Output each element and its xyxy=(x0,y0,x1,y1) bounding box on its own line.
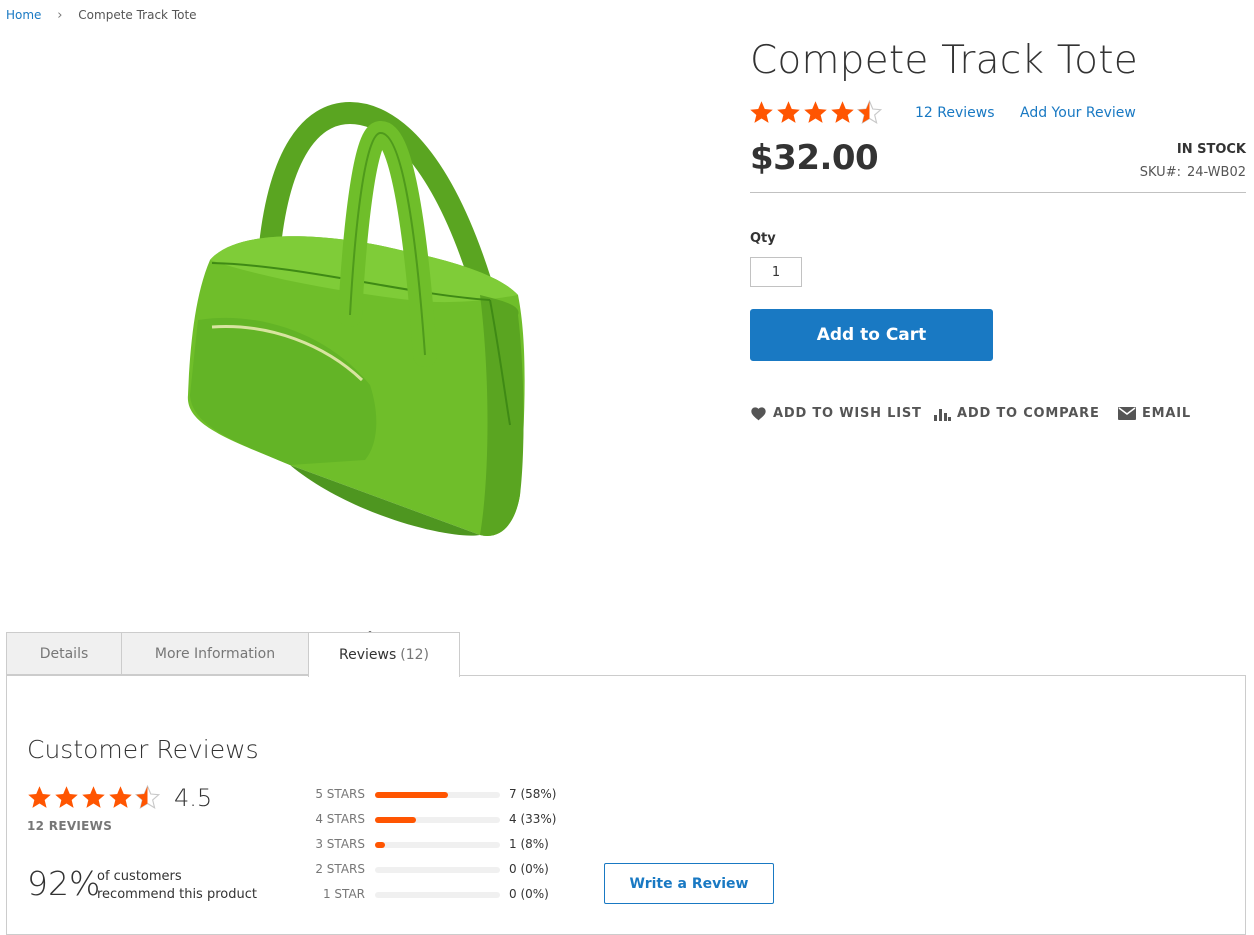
product-info-tabs: Details More Information Reviews (12) xyxy=(6,632,1246,677)
compare-bars-icon xyxy=(934,408,951,421)
breadcrumb-separator-icon: › xyxy=(57,8,63,23)
histogram-track xyxy=(375,817,500,823)
histogram-count: 7 (58%) xyxy=(509,787,557,801)
histogram-label: 1 STAR xyxy=(322,887,365,901)
star-full-icon xyxy=(831,101,854,123)
tab-more-information-label: More Information xyxy=(154,645,276,662)
tab-details-label: Details xyxy=(39,645,89,662)
price-divider xyxy=(750,192,1246,193)
star-full-icon xyxy=(28,786,51,808)
star-full-icon xyxy=(777,101,800,123)
star-full-icon xyxy=(55,786,78,808)
tote-bag-image xyxy=(187,101,525,536)
histogram-track xyxy=(375,842,500,848)
add-to-compare-label: ADD TO COMPARE xyxy=(957,406,1100,421)
histogram-count: 0 (0%) xyxy=(509,887,549,901)
product-image[interactable] xyxy=(150,95,570,565)
star-full-icon xyxy=(804,101,827,123)
breadcrumb-home-link[interactable]: Home xyxy=(6,8,41,22)
histogram-label: 3 STARS xyxy=(315,837,365,851)
tab-reviews-label: Reviews xyxy=(339,647,397,663)
breadcrumb: Home › Compete Track Tote xyxy=(6,8,197,23)
add-to-cart-button[interactable]: Add to Cart xyxy=(750,309,993,361)
recommend-line-1: of customers xyxy=(97,869,182,884)
histogram-fill xyxy=(375,817,417,823)
stock-status: IN STOCK xyxy=(1176,142,1246,157)
star-full-icon xyxy=(750,101,773,123)
sku-label: SKU#: xyxy=(1139,165,1181,180)
product-rating: 12 Reviews Add Your Review xyxy=(748,99,1248,127)
add-to-compare-link[interactable]: ADD TO COMPARE xyxy=(934,406,1100,421)
star-full-icon xyxy=(82,786,105,808)
email-link[interactable]: EMAIL xyxy=(1118,406,1191,421)
product-sku: SKU#: 24-WB02 xyxy=(1140,165,1246,180)
histogram-count: 1 (8%) xyxy=(509,837,549,851)
histogram-count: 4 (33%) xyxy=(509,812,557,826)
sku-value: 24-WB02 xyxy=(1186,165,1246,180)
histogram-row-5[interactable]: 5 STARS 7 (58%) xyxy=(290,786,590,811)
add-to-wishlist-label: ADD TO WISH LIST xyxy=(773,406,922,421)
qty-label: Qty xyxy=(750,231,776,246)
product-title: Compete Track Tote xyxy=(750,38,1138,83)
histogram-row-2[interactable]: 2 STARS 0 (0%) xyxy=(290,861,590,886)
tab-reviews[interactable]: Reviews (12) xyxy=(308,632,460,677)
histogram-track xyxy=(375,867,500,873)
star-full-icon xyxy=(109,786,132,808)
recommend-percent: 92% xyxy=(27,864,101,903)
histogram-label: 4 STARS xyxy=(315,812,365,826)
histogram-row-1[interactable]: 1 STAR 0 (0%) xyxy=(290,886,590,911)
heart-icon xyxy=(751,407,766,421)
qty-input[interactable] xyxy=(750,257,802,287)
tab-details[interactable]: Details xyxy=(6,632,122,675)
customer-reviews-title: Customer Reviews xyxy=(27,735,259,764)
histogram-label: 5 STARS xyxy=(315,787,365,801)
product-price: $32.00 xyxy=(750,138,879,178)
recommend-line-2: recommend this product xyxy=(97,887,257,902)
tab-reviews-count: (12) xyxy=(400,647,429,663)
histogram-track xyxy=(375,792,500,798)
summary-rating-stars xyxy=(26,784,161,811)
email-label: EMAIL xyxy=(1142,406,1191,421)
breadcrumb-current: Compete Track Tote xyxy=(78,8,197,22)
histogram-count: 0 (0%) xyxy=(509,862,549,876)
rating-histogram: 5 STARS 7 (58%) 4 STARS 4 (33%) 3 STARS … xyxy=(290,786,590,911)
add-to-wishlist-link[interactable]: ADD TO WISH LIST xyxy=(750,406,922,421)
histogram-row-3[interactable]: 3 STARS 1 (8%) xyxy=(290,836,590,861)
product-social-links: ADD TO WISH LIST ADD TO COMPARE EMAIL xyxy=(750,406,1250,426)
add-your-review-link[interactable]: Add Your Review xyxy=(1020,105,1136,121)
star-half-icon xyxy=(134,784,161,810)
envelope-icon xyxy=(1118,407,1136,420)
histogram-fill xyxy=(375,842,385,848)
star-half-icon xyxy=(856,99,883,125)
histogram-fill xyxy=(375,792,448,798)
average-rating: 4.5 xyxy=(174,784,213,812)
rating-stars xyxy=(748,99,883,126)
write-review-button[interactable]: Write a Review xyxy=(604,863,774,904)
histogram-row-4[interactable]: 4 STARS 4 (33%) xyxy=(290,811,590,836)
tab-more-information[interactable]: More Information xyxy=(121,632,309,675)
total-reviews: 12 REVIEWS xyxy=(27,819,113,833)
histogram-track xyxy=(375,892,500,898)
recommend-text: of customers recommend this product xyxy=(97,868,257,904)
reviews-count-link[interactable]: 12 Reviews xyxy=(915,105,995,121)
histogram-label: 2 STARS xyxy=(315,862,365,876)
